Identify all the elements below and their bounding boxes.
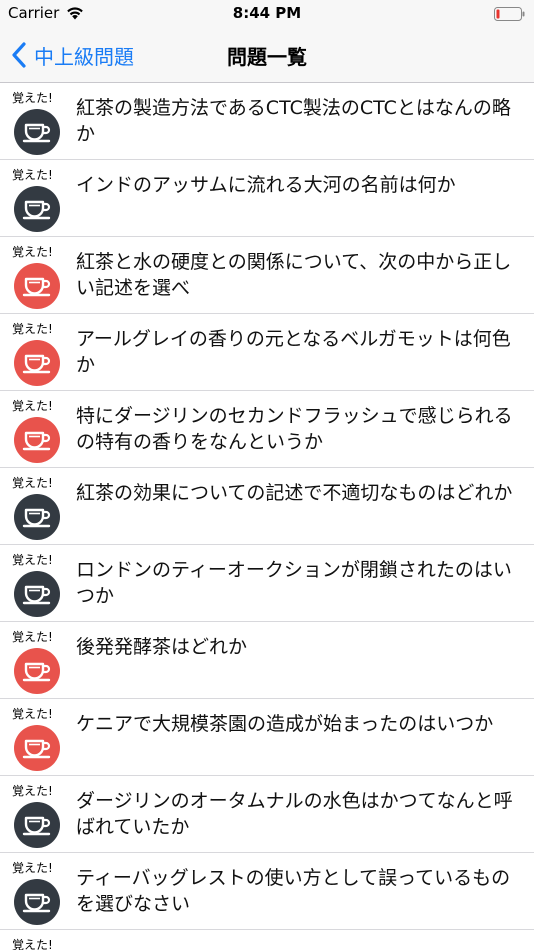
teacup-icon [22, 585, 51, 605]
question-row[interactable]: 覚えた! アールグレイの香りの元となるベルガモットは何色か [0, 314, 534, 391]
memorized-label: 覚えた! [12, 707, 53, 721]
question-text: 後発発酵茶はどれか [76, 636, 248, 658]
question-row[interactable]: 覚えた! ケニアで大規模茶園の造成が始まったのはいつか [0, 699, 534, 776]
status-time: 8:44 PM [232, 4, 302, 22]
question-row[interactable]: 覚えた! 特にダージリンのセカンドフラッシュで感じられるの特有の香りをなんというか [0, 391, 534, 468]
memorized-toggle[interactable] [14, 109, 60, 155]
memorized-label: 覚えた! [12, 91, 53, 105]
memorized-toggle[interactable] [14, 648, 60, 694]
memorized-label: 覚えた! [12, 861, 53, 875]
teacup-icon [22, 893, 51, 913]
screen: Carrier 8:44 PM 中上級問題 問題一覧 覚えた! 紅茶の製造方法であ… [0, 0, 534, 950]
memorized-toggle[interactable] [14, 263, 60, 309]
question-text: ティーバッグレストの使い方として誤っているものを選びなさい [76, 867, 511, 915]
question-row[interactable]: 覚えた! 紅茶と水の硬度との関係について、次の中から正しい記述を選べ [0, 237, 534, 314]
memorized-label: 覚えた! [12, 322, 53, 336]
question-row[interactable]: 覚えた! 紅茶の製造方法であるCTC製法のCTCとはなんの略か [0, 83, 534, 160]
memorized-label: 覚えた! [12, 476, 53, 490]
question-text: インドのアッサムに流れる大河の名前は何か [76, 174, 456, 196]
question-row[interactable]: 覚えた! ロンドンのティーオークションが閉鎖されたのはいつか [0, 545, 534, 622]
memorized-toggle[interactable] [14, 494, 60, 540]
page-title: 問題一覧 [227, 45, 307, 69]
teacup-icon [22, 431, 51, 451]
memorized-label: 覚えた! [12, 399, 53, 413]
memorized-label: 覚えた! [12, 938, 53, 950]
teacup-icon [22, 816, 51, 836]
question-text: 紅茶の効果についての記述で不適切なものはどれか [76, 482, 513, 504]
teacup-icon [22, 123, 51, 143]
teacup-icon [22, 277, 51, 297]
teacup-icon [22, 200, 51, 220]
memorized-label: 覚えた! [12, 630, 53, 644]
question-text: 紅茶の製造方法であるCTC製法のCTCとはなんの略か [76, 97, 511, 145]
question-row[interactable]: 覚えた! インドのアッサムに流れる大河の名前は何か [0, 160, 534, 237]
memorized-toggle[interactable] [14, 802, 60, 848]
question-text: 紅茶と水の硬度との関係について、次の中から正しい記述を選べ [76, 251, 512, 299]
question-row[interactable]: 覚えた! ダージリンのオータムナルの水色はかつてなんと呼ばれていたか [0, 776, 534, 853]
question-text: ダージリンのオータムナルの水色はかつてなんと呼ばれていたか [76, 790, 513, 838]
memorized-label: 覚えた! [12, 784, 53, 798]
battery-icon [494, 7, 525, 21]
question-row[interactable]: 覚えた! 紅茶の効果についての記述で不適切なものはどれか [0, 468, 534, 545]
memorized-label: 覚えた! [12, 553, 53, 567]
teacup-icon [22, 739, 51, 759]
memorized-label: 覚えた! [12, 245, 53, 259]
memorized-toggle[interactable] [14, 725, 60, 771]
memorized-toggle[interactable] [14, 340, 60, 386]
teacup-icon [22, 508, 51, 528]
question-row[interactable]: 覚えた! 後発発酵茶はどれか [0, 622, 534, 699]
navigation-bar: 中上級問題 問題一覧 [0, 28, 534, 83]
memorized-toggle[interactable] [14, 571, 60, 617]
teacup-icon [22, 354, 51, 374]
question-row[interactable]: 覚えた! ティーバッグレストの使い方として誤っているものを選びなさい [0, 853, 534, 930]
status-bar: Carrier 8:44 PM [0, 0, 534, 28]
question-text: アールグレイの香りの元となるベルガモットは何色か [76, 328, 511, 376]
question-text: 特にダージリンのセカンドフラッシュで感じられるの特有の香りをなんというか [76, 405, 513, 453]
question-text: ロンドンのティーオークションが閉鎖されたのはいつか [76, 559, 512, 607]
memorized-toggle[interactable] [14, 879, 60, 925]
question-row-partial[interactable]: 覚えた! [0, 930, 534, 950]
memorized-toggle[interactable] [14, 186, 60, 232]
memorized-toggle[interactable] [14, 417, 60, 463]
question-text: ケニアで大規模茶園の造成が始まったのはいつか [76, 713, 494, 735]
memorized-label: 覚えた! [12, 168, 53, 182]
question-list: 覚えた! 紅茶の製造方法であるCTC製法のCTCとはなんの略か 覚えた! インドのアッ… [0, 83, 534, 950]
teacup-icon [22, 662, 51, 682]
